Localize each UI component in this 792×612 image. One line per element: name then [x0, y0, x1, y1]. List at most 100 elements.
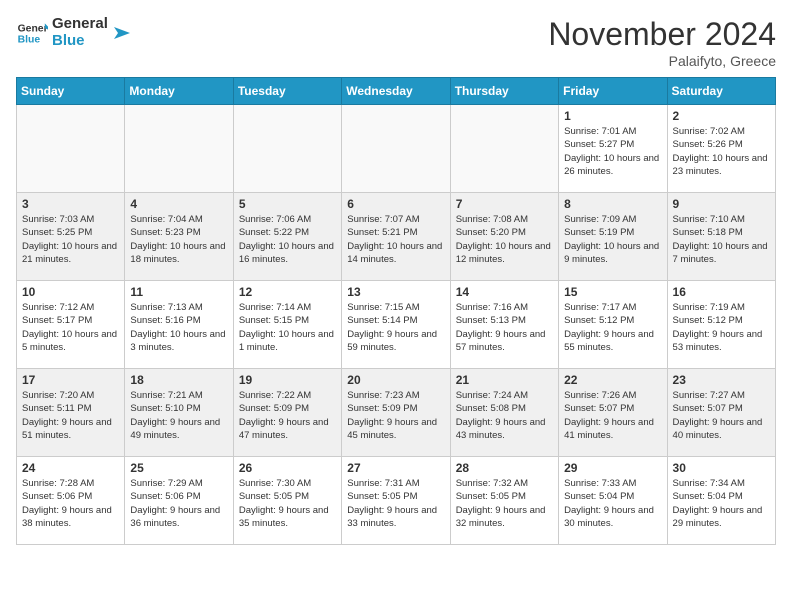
day-number: 30 [673, 461, 770, 475]
day-number: 24 [22, 461, 119, 475]
calendar-week-row: 17 Sunrise: 7:20 AM Sunset: 5:11 PM Dayli… [17, 369, 776, 457]
calendar-day-cell [233, 105, 341, 193]
weekday-header: Thursday [450, 78, 558, 105]
logo: General Blue General Blue [16, 16, 132, 49]
calendar-day-cell: 26 Sunrise: 7:30 AM Sunset: 5:05 PM Dayli… [233, 457, 341, 545]
calendar-week-row: 3Sunrise: 7:03 AM Sunset: 5:25 PM Daylig… [17, 193, 776, 281]
day-number: 29 [564, 461, 661, 475]
day-info: Sunrise: 7:20 AM Sunset: 5:11 PM Dayligh… [22, 389, 119, 442]
day-info: Sunrise: 7:13 AM Sunset: 5:16 PM Dayligh… [130, 301, 227, 354]
calendar-day-cell: 27 Sunrise: 7:31 AM Sunset: 5:05 PM Dayli… [342, 457, 450, 545]
calendar-day-cell: 4 Sunrise: 7:04 AM Sunset: 5:23 PM Daylig… [125, 193, 233, 281]
day-info: Sunrise: 7:34 AM Sunset: 5:04 PM Dayligh… [673, 477, 770, 530]
day-info: Sunrise: 7:26 AM Sunset: 5:07 PM Dayligh… [564, 389, 661, 442]
day-info: Sunrise: 7:19 AM Sunset: 5:12 PM Dayligh… [673, 301, 770, 354]
day-number: 12 [239, 285, 336, 299]
logo-arrow-icon [112, 23, 132, 43]
day-number: 21 [456, 373, 553, 387]
calendar-day-cell: 23Sunrise: 7:27 AM Sunset: 5:07 PM Dayli… [667, 369, 775, 457]
day-info: Sunrise: 7:06 AM Sunset: 5:22 PM Dayligh… [239, 213, 336, 266]
calendar-day-cell [17, 105, 125, 193]
day-number: 16 [673, 285, 770, 299]
day-info: Sunrise: 7:16 AM Sunset: 5:13 PM Dayligh… [456, 301, 553, 354]
calendar-day-cell [450, 105, 558, 193]
weekday-header: Wednesday [342, 78, 450, 105]
day-info: Sunrise: 7:29 AM Sunset: 5:06 PM Dayligh… [130, 477, 227, 530]
day-info: Sunrise: 7:10 AM Sunset: 5:18 PM Dayligh… [673, 213, 770, 266]
day-number: 25 [130, 461, 227, 475]
day-info: Sunrise: 7:30 AM Sunset: 5:05 PM Dayligh… [239, 477, 336, 530]
day-number: 13 [347, 285, 444, 299]
day-info: Sunrise: 7:21 AM Sunset: 5:10 PM Dayligh… [130, 389, 227, 442]
day-number: 9 [673, 197, 770, 211]
day-info: Sunrise: 7:03 AM Sunset: 5:25 PM Dayligh… [22, 213, 119, 266]
calendar-day-cell: 13Sunrise: 7:15 AM Sunset: 5:14 PM Dayli… [342, 281, 450, 369]
calendar-day-cell: 9 Sunrise: 7:10 AM Sunset: 5:18 PM Daylig… [667, 193, 775, 281]
day-info: Sunrise: 7:07 AM Sunset: 5:21 PM Dayligh… [347, 213, 444, 266]
day-info: Sunrise: 7:28 AM Sunset: 5:06 PM Dayligh… [22, 477, 119, 530]
calendar-day-cell: 1 Sunrise: 7:01 AM Sunset: 5:27 PM Daylig… [559, 105, 667, 193]
svg-text:Blue: Blue [18, 34, 41, 45]
title-block: November 2024 Palaifyto, Greece [548, 16, 776, 69]
day-number: 26 [239, 461, 336, 475]
calendar-week-row: 1 Sunrise: 7:01 AM Sunset: 5:27 PM Daylig… [17, 105, 776, 193]
day-number: 8 [564, 197, 661, 211]
location: Palaifyto, Greece [548, 53, 776, 69]
calendar-day-cell: 29Sunrise: 7:33 AM Sunset: 5:04 PM Dayli… [559, 457, 667, 545]
calendar-day-cell: 30 Sunrise: 7:34 AM Sunset: 5:04 PM Dayli… [667, 457, 775, 545]
calendar-day-cell: 10Sunrise: 7:12 AM Sunset: 5:17 PM Dayli… [17, 281, 125, 369]
weekday-header: Saturday [667, 78, 775, 105]
day-info: Sunrise: 7:01 AM Sunset: 5:27 PM Dayligh… [564, 125, 661, 178]
calendar-day-cell: 2 Sunrise: 7:02 AM Sunset: 5:26 PM Daylig… [667, 105, 775, 193]
day-number: 15 [564, 285, 661, 299]
day-info: Sunrise: 7:31 AM Sunset: 5:05 PM Dayligh… [347, 477, 444, 530]
calendar-day-cell: 3Sunrise: 7:03 AM Sunset: 5:25 PM Daylig… [17, 193, 125, 281]
calendar-day-cell: 12 Sunrise: 7:14 AM Sunset: 5:15 PM Dayli… [233, 281, 341, 369]
weekday-header: Monday [125, 78, 233, 105]
day-number: 23 [673, 373, 770, 387]
weekday-header: Sunday [17, 78, 125, 105]
day-number: 2 [673, 109, 770, 123]
page-header: General Blue General Blue November 2024 … [16, 16, 776, 69]
calendar-day-cell: 15 Sunrise: 7:17 AM Sunset: 5:12 PM Dayli… [559, 281, 667, 369]
day-info: Sunrise: 7:24 AM Sunset: 5:08 PM Dayligh… [456, 389, 553, 442]
calendar-day-cell: 22 Sunrise: 7:26 AM Sunset: 5:07 PM Dayli… [559, 369, 667, 457]
day-number: 18 [130, 373, 227, 387]
day-number: 14 [456, 285, 553, 299]
day-number: 1 [564, 109, 661, 123]
day-info: Sunrise: 7:08 AM Sunset: 5:20 PM Dayligh… [456, 213, 553, 266]
day-info: Sunrise: 7:32 AM Sunset: 5:05 PM Dayligh… [456, 477, 553, 530]
day-info: Sunrise: 7:12 AM Sunset: 5:17 PM Dayligh… [22, 301, 119, 354]
day-number: 22 [564, 373, 661, 387]
calendar-day-cell: 8 Sunrise: 7:09 AM Sunset: 5:19 PM Daylig… [559, 193, 667, 281]
calendar-day-cell [342, 105, 450, 193]
day-info: Sunrise: 7:23 AM Sunset: 5:09 PM Dayligh… [347, 389, 444, 442]
day-info: Sunrise: 7:14 AM Sunset: 5:15 PM Dayligh… [239, 301, 336, 354]
calendar-day-cell: 16 Sunrise: 7:19 AM Sunset: 5:12 PM Dayli… [667, 281, 775, 369]
calendar-week-row: 24 Sunrise: 7:28 AM Sunset: 5:06 PM Dayli… [17, 457, 776, 545]
calendar-header-row: SundayMondayTuesdayWednesdayThursdayFrid… [17, 78, 776, 105]
calendar-day-cell: 19 Sunrise: 7:22 AM Sunset: 5:09 PM Dayli… [233, 369, 341, 457]
day-number: 7 [456, 197, 553, 211]
weekday-header: Tuesday [233, 78, 341, 105]
day-info: Sunrise: 7:04 AM Sunset: 5:23 PM Dayligh… [130, 213, 227, 266]
svg-text:General: General [18, 23, 48, 34]
month-title: November 2024 [548, 16, 776, 53]
day-number: 20 [347, 373, 444, 387]
day-info: Sunrise: 7:17 AM Sunset: 5:12 PM Dayligh… [564, 301, 661, 354]
calendar-day-cell [125, 105, 233, 193]
day-number: 27 [347, 461, 444, 475]
day-number: 4 [130, 197, 227, 211]
day-info: Sunrise: 7:02 AM Sunset: 5:26 PM Dayligh… [673, 125, 770, 178]
calendar-day-cell: 6 Sunrise: 7:07 AM Sunset: 5:21 PM Daylig… [342, 193, 450, 281]
day-number: 17 [22, 373, 119, 387]
calendar-day-cell: 20 Sunrise: 7:23 AM Sunset: 5:09 PM Dayli… [342, 369, 450, 457]
day-info: Sunrise: 7:22 AM Sunset: 5:09 PM Dayligh… [239, 389, 336, 442]
day-info: Sunrise: 7:09 AM Sunset: 5:19 PM Dayligh… [564, 213, 661, 266]
day-number: 6 [347, 197, 444, 211]
day-number: 28 [456, 461, 553, 475]
calendar-day-cell: 24 Sunrise: 7:28 AM Sunset: 5:06 PM Dayli… [17, 457, 125, 545]
day-number: 19 [239, 373, 336, 387]
calendar-day-cell: 28 Sunrise: 7:32 AM Sunset: 5:05 PM Dayli… [450, 457, 558, 545]
calendar-day-cell: 5Sunrise: 7:06 AM Sunset: 5:22 PM Daylig… [233, 193, 341, 281]
